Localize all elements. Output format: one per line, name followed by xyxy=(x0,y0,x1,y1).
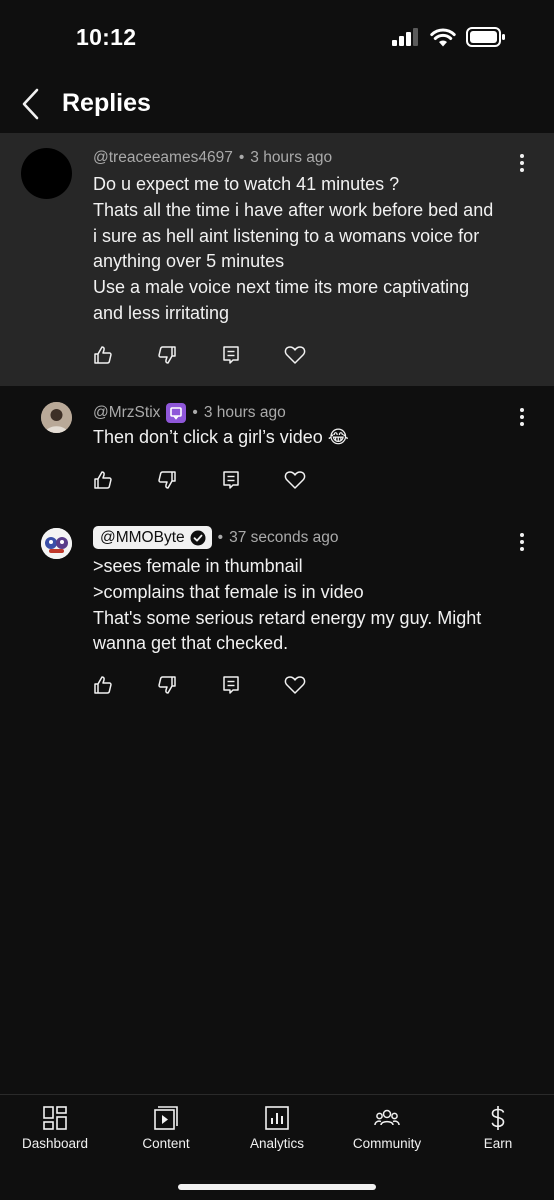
comment-author: @MMOByte xyxy=(100,528,185,546)
reply-button[interactable] xyxy=(220,674,242,696)
comment-actions xyxy=(92,469,306,491)
like-button[interactable] xyxy=(92,344,114,366)
dislike-button[interactable] xyxy=(156,469,178,491)
reply-comment-icon xyxy=(223,676,239,694)
verified-check-icon xyxy=(190,530,206,545)
dislike-button[interactable] xyxy=(156,344,178,366)
comment-line: That's some serious retard energy my guy… xyxy=(93,607,482,628)
comment-line: Thats all the time i have after work bef… xyxy=(93,199,494,220)
replies-screen: 10:12 Replies @treaceeames4697 • 3 hours… xyxy=(0,0,554,1200)
battery-icon xyxy=(466,27,505,47)
reply-comment: @MrzStix • 3 hours ago Then don’t click … xyxy=(0,386,554,516)
header: Replies xyxy=(0,72,554,134)
thumbs-up-icon xyxy=(94,676,112,694)
comment-line: Then don’t click a girl’s video 😂 xyxy=(93,427,349,447)
comment-line: and less irritating xyxy=(93,302,230,323)
reply-button[interactable] xyxy=(220,344,242,366)
thumbs-up-icon xyxy=(94,346,112,364)
community-icon xyxy=(374,1109,400,1126)
heart-button[interactable] xyxy=(284,344,306,366)
avatar[interactable] xyxy=(41,402,72,433)
dashboard-icon xyxy=(43,1106,67,1130)
reply-comment-icon xyxy=(223,346,239,364)
back-button[interactable] xyxy=(18,86,48,122)
status-bar: 10:12 xyxy=(0,0,554,72)
more-options-button[interactable] xyxy=(512,149,532,177)
nav-label: Community xyxy=(352,1136,422,1151)
meta-separator: • xyxy=(238,149,245,166)
comment-line: >complains that female is in video xyxy=(93,581,364,602)
comment-text: Do u expect me to watch 41 minutes ? Tha… xyxy=(93,172,493,327)
cellular-signal-icon xyxy=(392,28,418,46)
like-button[interactable] xyxy=(92,674,114,696)
comment-actions xyxy=(92,674,306,696)
comment-time: 3 hours ago xyxy=(203,404,286,421)
nav-earn[interactable]: Earn xyxy=(443,1095,553,1165)
nav-label: Earn xyxy=(483,1136,513,1151)
heart-icon xyxy=(284,676,306,694)
more-options-button[interactable] xyxy=(512,528,532,556)
content-icon xyxy=(154,1106,178,1130)
parent-comment: @treaceeames4697 • 3 hours ago Do u expe… xyxy=(0,133,554,386)
comment-time: 37 seconds ago xyxy=(229,528,339,546)
comment-author[interactable]: @MrzStix xyxy=(93,404,160,422)
comment-meta: @MrzStix • 3 hours ago xyxy=(93,403,286,423)
creator-handle-pill[interactable]: @MMOByte xyxy=(93,526,212,549)
thumbs-down-icon xyxy=(158,346,176,364)
comment-text: Then don’t click a girl’s video 😂 xyxy=(93,425,349,451)
more-vert-icon xyxy=(520,408,524,426)
nav-label: Dashboard xyxy=(21,1136,89,1151)
comment-line: Do u expect me to watch 41 minutes ? xyxy=(93,174,400,194)
comment-meta: @treaceeames4697 • 3 hours ago xyxy=(93,149,332,167)
thumbs-up-icon xyxy=(94,471,112,489)
thumbs-down-icon xyxy=(158,676,176,694)
home-indicator[interactable] xyxy=(178,1184,376,1190)
nav-analytics[interactable]: Analytics xyxy=(222,1095,332,1165)
nav-community[interactable]: Community xyxy=(332,1095,442,1165)
comment-meta: @MMOByte • 37 seconds ago xyxy=(93,526,339,549)
back-chevron-icon xyxy=(22,88,39,120)
more-vert-icon xyxy=(520,533,524,551)
wifi-icon xyxy=(430,28,456,46)
meta-separator: • xyxy=(192,404,198,421)
comment-line: >sees female in thumbnail xyxy=(93,556,303,576)
comment-time: 3 hours ago xyxy=(250,149,333,166)
reply-button[interactable] xyxy=(220,469,242,491)
avatar[interactable] xyxy=(21,148,72,199)
nav-label: Content xyxy=(142,1136,190,1151)
comment-author[interactable]: @treaceeames4697 xyxy=(93,149,233,167)
reply-comment: @MMOByte • 37 seconds ago >sees female i… xyxy=(0,516,554,716)
analytics-icon xyxy=(265,1106,289,1130)
avatar[interactable] xyxy=(41,528,72,559)
comment-line: wanna get that checked. xyxy=(93,633,289,654)
avatar-photo xyxy=(41,402,72,433)
reply-comment-icon xyxy=(223,471,239,489)
comment-line: Use a male voice next time its more capt… xyxy=(93,277,470,298)
comment-line: anything over 5 minutes xyxy=(93,251,285,272)
meta-separator: • xyxy=(217,528,224,546)
status-time: 10:12 xyxy=(76,24,137,50)
heart-icon xyxy=(284,346,306,364)
comment-line: i sure as hell aint listening to a woman… xyxy=(93,225,480,246)
dislike-button[interactable] xyxy=(156,674,178,696)
heart-button[interactable] xyxy=(284,469,306,491)
status-icons xyxy=(392,27,506,47)
heart-icon xyxy=(284,471,306,489)
nav-label: Analytics xyxy=(249,1136,305,1151)
nav-dashboard[interactable]: Dashboard xyxy=(0,1095,110,1165)
comment-actions xyxy=(92,344,306,366)
membership-badge-icon xyxy=(166,403,187,423)
avatar-logo xyxy=(41,528,72,559)
comment-text: >sees female in thumbnail >complains tha… xyxy=(93,554,481,657)
thumbs-down-icon xyxy=(158,471,176,489)
heart-button[interactable] xyxy=(284,674,306,696)
nav-content[interactable]: Content xyxy=(111,1095,221,1165)
like-button[interactable] xyxy=(92,469,114,491)
more-vert-icon xyxy=(520,154,524,172)
more-options-button[interactable] xyxy=(512,403,532,431)
earn-icon xyxy=(491,1106,505,1130)
page-title: Replies xyxy=(62,89,151,117)
